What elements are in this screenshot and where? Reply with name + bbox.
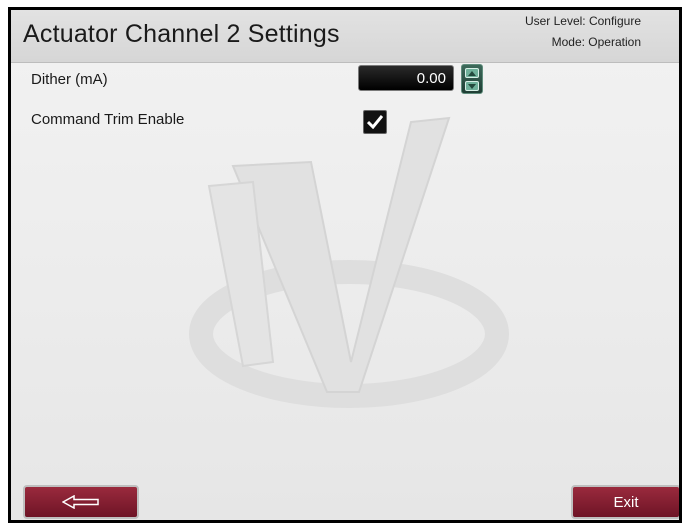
user-level-text: User Level: Configure xyxy=(524,14,641,28)
header-bar: Actuator Channel 2 Settings User Level: … xyxy=(11,10,679,63)
checkmark-icon xyxy=(367,115,383,129)
increment-button[interactable] xyxy=(465,68,479,78)
chevron-up-icon xyxy=(468,70,476,76)
dither-value-field[interactable]: 0.00 xyxy=(358,65,454,91)
decrement-button[interactable] xyxy=(465,81,479,91)
exit-button[interactable]: Exit xyxy=(571,485,679,519)
screen: Actuator Channel 2 Settings User Level: … xyxy=(11,10,679,520)
device-frame: Actuator Channel 2 Settings User Level: … xyxy=(8,7,682,523)
mode-text: Mode: Operation xyxy=(551,35,641,49)
command-trim-label: Command Trim Enable xyxy=(31,111,185,128)
command-trim-checkbox[interactable] xyxy=(363,110,387,134)
dither-label: Dither (mA) xyxy=(31,71,108,88)
left-arrow-icon xyxy=(62,495,99,509)
dither-spinner[interactable] xyxy=(461,64,483,94)
chevron-down-icon xyxy=(468,83,476,89)
page-title: Actuator Channel 2 Settings xyxy=(23,20,340,48)
back-button[interactable] xyxy=(23,485,139,519)
